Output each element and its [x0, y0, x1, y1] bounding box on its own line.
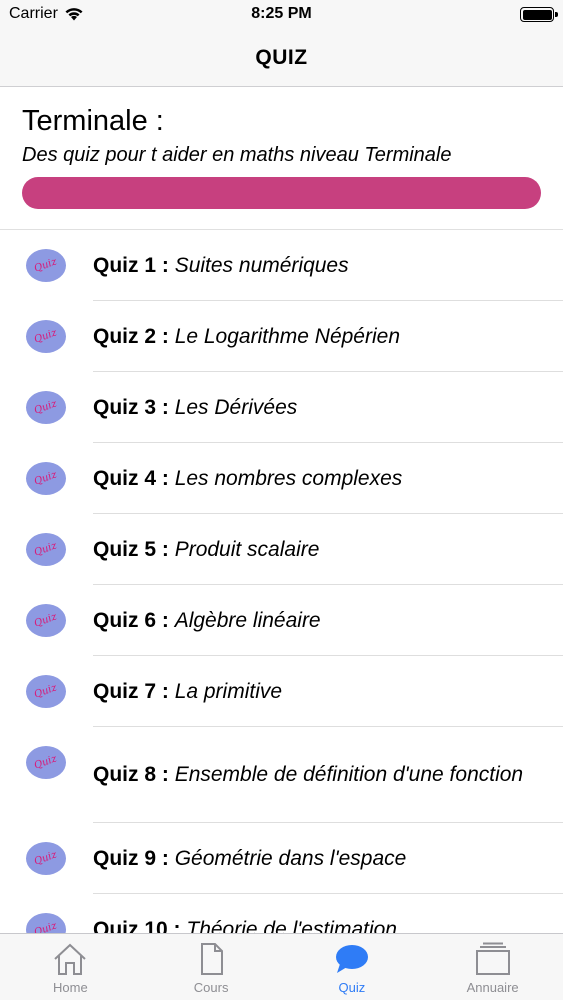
section-header: Terminale : Des quiz pour t aider en mat…: [0, 87, 563, 230]
quiz-badge-text: Quiz: [33, 256, 59, 275]
quiz-title: Algèbre linéaire: [174, 608, 321, 632]
quiz-row-text: Quiz 6 : Algèbre linéaire: [93, 608, 321, 634]
quiz-badge-text: Quiz: [33, 327, 59, 346]
tab-cours[interactable]: Cours: [141, 934, 282, 1000]
nav-title: QUIZ: [255, 46, 308, 69]
quiz-title: Le Logarithme Népérien: [174, 324, 400, 348]
quiz-badge-icon: Quiz: [26, 391, 66, 424]
quiz-row[interactable]: Quiz Quiz 5 : Produit scalaire: [0, 514, 563, 585]
quiz-badge-icon: Quiz: [26, 842, 66, 875]
quiz-row-text: Quiz 9 : Géométrie dans l'espace: [93, 846, 406, 872]
quiz-number: Quiz 9 :: [93, 846, 169, 870]
navigation-bar: QUIZ: [0, 30, 563, 87]
quiz-badge-icon: Quiz: [26, 320, 66, 353]
quiz-badge-text: Quiz: [33, 920, 59, 933]
quiz-title: Ensemble de définition d'une fonction: [174, 763, 524, 786]
quiz-row[interactable]: Quiz Quiz 3 : Les Dérivées: [0, 372, 563, 443]
quiz-number: Quiz 4 :: [93, 466, 169, 490]
battery-icon: [520, 7, 558, 22]
quiz-title: Géométrie dans l'espace: [174, 846, 407, 870]
quiz-number: Quiz 1 :: [93, 253, 169, 277]
quiz-badge-icon: Quiz: [26, 533, 66, 566]
progress-bar: [22, 177, 541, 209]
quiz-row-text: Quiz 1 : Suites numériques: [93, 253, 349, 279]
status-bar: Carrier 8:25 PM: [0, 0, 563, 30]
quiz-title: Théorie de l'estimation: [186, 917, 397, 934]
quiz-list: Quiz Quiz 1 : Suites numériques Quiz Quiz 2…: [0, 230, 563, 933]
quiz-row-text: Quiz 2 : Le Logarithme Népérien: [93, 324, 400, 350]
quiz-title: Produit scalaire: [174, 537, 320, 561]
quiz-title: Suites numériques: [174, 253, 349, 277]
quiz-row-text: Quiz 7 : La primitive: [93, 679, 282, 705]
section-title: Terminale :: [22, 105, 164, 137]
quiz-badge-icon: Quiz: [26, 462, 66, 495]
tab-quiz[interactable]: Quiz: [282, 934, 423, 1000]
quiz-number: Quiz 10 :: [93, 917, 181, 934]
quiz-row[interactable]: Quiz Quiz 10 : Théorie de l'estimation: [0, 894, 563, 933]
quiz-row[interactable]: Quiz Quiz 9 : Géométrie dans l'espace: [0, 823, 563, 894]
quiz-title: Les nombres complexes: [174, 466, 403, 490]
quiz-row[interactable]: Quiz Quiz 7 : La primitive: [0, 656, 563, 727]
quiz-row-text: Quiz 8 : Ensemble de définition d'une fo…: [93, 762, 523, 788]
quiz-number: Quiz 8 :: [93, 763, 169, 786]
quiz-number: Quiz 5 :: [93, 537, 169, 561]
quiz-row-text: Quiz 3 : Les Dérivées: [93, 395, 297, 421]
quiz-row[interactable]: Quiz Quiz 1 : Suites numériques: [0, 230, 563, 301]
tab-annuaire-label: Annuaire: [466, 980, 519, 995]
tab-bar: Home Cours Quiz Annuaire: [0, 933, 563, 1000]
quiz-row[interactable]: Quiz Quiz 6 : Algèbre linéaire: [0, 585, 563, 656]
quiz-row[interactable]: Quiz Quiz 8 : Ensemble de définition d'un…: [0, 727, 563, 823]
quiz-badge-text: Quiz: [33, 682, 59, 701]
status-time: 8:25 PM: [251, 5, 312, 22]
quiz-badge-icon: Quiz: [26, 249, 66, 282]
tab-cours-label: Cours: [193, 980, 229, 995]
quiz-row[interactable]: Quiz Quiz 4 : Les nombres complexes: [0, 443, 563, 514]
quiz-badge-text: Quiz: [33, 753, 59, 772]
quiz-badge-icon: Quiz: [26, 746, 66, 779]
quiz-title: La primitive: [174, 679, 283, 703]
tab-annuaire[interactable]: Annuaire: [422, 934, 563, 1000]
quiz-number: Quiz 6 :: [93, 608, 169, 632]
quiz-number: Quiz 2 :: [93, 324, 169, 348]
quiz-badge-text: Quiz: [33, 398, 59, 417]
quiz-number: Quiz 7 :: [93, 679, 169, 703]
quiz-row-text: Quiz 5 : Produit scalaire: [93, 537, 319, 563]
quiz-badge-icon: Quiz: [26, 913, 66, 933]
section-subtitle: Des quiz pour t aider en maths niveau Te…: [22, 144, 452, 166]
tab-quiz-label: Quiz: [338, 980, 366, 995]
tab-home[interactable]: Home: [0, 934, 141, 1000]
quiz-list-view[interactable]: Terminale : Des quiz pour t aider en mat…: [0, 87, 563, 933]
quiz-badge-text: Quiz: [33, 611, 59, 630]
quiz-badge-text: Quiz: [33, 540, 59, 559]
quiz-badge-icon: Quiz: [26, 604, 66, 637]
quiz-badge-text: Quiz: [33, 849, 59, 868]
chat-bubble-icon: [335, 945, 368, 973]
quiz-badge-icon: Quiz: [26, 675, 66, 708]
document-icon: [201, 943, 224, 975]
quiz-row-text: Quiz 4 : Les nombres complexes: [93, 466, 402, 492]
quiz-row[interactable]: Quiz Quiz 2 : Le Logarithme Népérien: [0, 301, 563, 372]
quiz-row-text: Quiz 10 : Théorie de l'estimation: [93, 917, 397, 934]
tab-home-label: Home: [53, 980, 88, 995]
directory-icon: [475, 942, 510, 975]
quiz-badge-text: Quiz: [33, 469, 59, 488]
home-icon: [54, 943, 87, 975]
quiz-title: Les Dérivées: [174, 395, 298, 419]
quiz-number: Quiz 3 :: [93, 395, 169, 419]
